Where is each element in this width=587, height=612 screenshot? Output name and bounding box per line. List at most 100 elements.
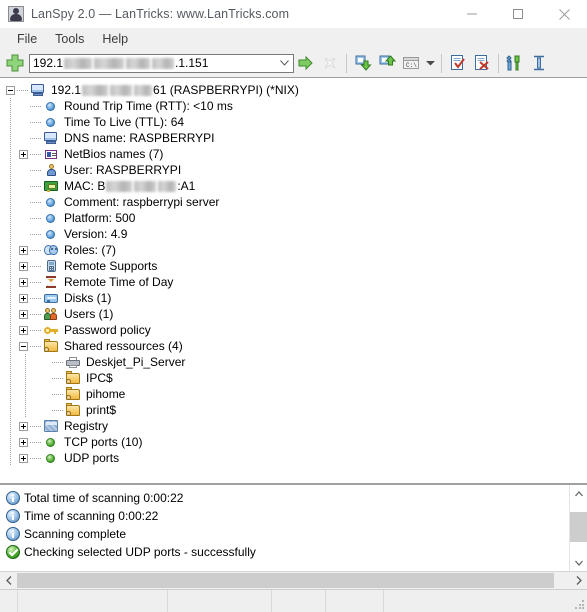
tree-expander-collapse-icon[interactable] [17, 338, 30, 354]
tree-connector [52, 386, 65, 402]
log-vertical-scrollbar[interactable] [569, 485, 587, 571]
tree-connector [30, 178, 43, 194]
log-panel[interactable]: Total time of scanning 0:00:22 Time of sc… [0, 484, 587, 571]
tree-node[interactable]: 192.1 61 (RASPBERRYPI) (*NIX) [4, 82, 587, 98]
tree-node-label: Roles: (7) [64, 243, 117, 257]
save-list-button[interactable] [375, 51, 399, 75]
tree-connector [39, 386, 52, 402]
redacted-block [94, 57, 125, 69]
tree-node[interactable]: Round Trip Time (RTT): <10 ms [4, 98, 587, 114]
tree-expander-expand-icon[interactable] [17, 322, 30, 338]
options-button[interactable] [503, 51, 527, 75]
network-card-icon [43, 178, 60, 194]
scroll-right-button[interactable] [570, 572, 587, 589]
chevron-down-icon[interactable] [276, 60, 293, 66]
log-list[interactable]: Total time of scanning 0:00:22 Time of sc… [0, 485, 569, 571]
add-host-button[interactable] [4, 52, 26, 74]
tree-node[interactable]: Deskjet_Pi_Server [4, 354, 587, 370]
results-tree-panel[interactable]: 192.1 61 (RASPBERRYPI) (*NIX) Round Trip T… [0, 77, 587, 484]
maximize-button[interactable] [495, 0, 541, 28]
menu-tools[interactable]: Tools [46, 30, 93, 48]
tree-indent [4, 130, 17, 146]
log-entry-text: Total time of scanning 0:00:22 [24, 491, 184, 505]
console-button[interactable]: C:\ [399, 51, 423, 75]
registry-icon [43, 418, 60, 434]
host-address-combo[interactable]: 192.1 .1.151 [29, 53, 294, 73]
log-entry[interactable]: Time of scanning 0:00:22 [4, 507, 569, 525]
tree-indent [4, 338, 17, 354]
scroll-left-button[interactable] [0, 572, 17, 589]
tree-node[interactable]: Shared ressources (4) [4, 338, 587, 354]
log-scroll-thumb[interactable] [570, 512, 587, 542]
tree-node[interactable]: Platform: 500 [4, 210, 587, 226]
tree-indent [4, 386, 17, 402]
tree-connector [17, 98, 30, 114]
load-list-button[interactable] [351, 51, 375, 75]
toolbar-separator [346, 53, 347, 73]
start-scan-button[interactable] [294, 51, 318, 75]
check-all-button[interactable] [446, 51, 470, 75]
tree-expander-expand-icon[interactable] [17, 450, 30, 466]
tree-node[interactable]: DNS name: RASPBERRYPI [4, 130, 587, 146]
results-tree[interactable]: 192.1 61 (RASPBERRYPI) (*NIX) Round Trip T… [0, 78, 587, 466]
tree-node[interactable]: NetBios names (7) [4, 146, 587, 162]
tree-indent [4, 258, 17, 274]
tree-node[interactable]: MAC: B:A1 [4, 178, 587, 194]
menu-help[interactable]: Help [93, 30, 137, 48]
tree-expander-expand-icon[interactable] [17, 242, 30, 258]
h-scroll-thumb[interactable] [17, 573, 554, 588]
log-entry[interactable]: Checking selected UDP ports - successful… [4, 543, 569, 561]
success-icon [4, 544, 22, 560]
tree-connector [52, 402, 65, 418]
tree-connector [17, 194, 30, 210]
tree-connector [17, 178, 30, 194]
host-address-value[interactable]: 192.1 .1.151 [30, 56, 208, 70]
scroll-down-button[interactable] [570, 554, 587, 571]
tree-node-label: pihome [86, 387, 126, 401]
tree-expander-expand-icon[interactable] [17, 434, 30, 450]
tree-node-label: TCP ports (10) [64, 435, 143, 449]
log-entry[interactable]: Total time of scanning 0:00:22 [4, 489, 569, 507]
label-suffix: 61 (RASPBERRYPI) (*NIX) [153, 83, 299, 97]
about-button[interactable] [527, 51, 551, 75]
tree-node[interactable]: pihome [4, 386, 587, 402]
console-dropdown-button[interactable] [423, 51, 437, 75]
tree-expander-expand-icon[interactable] [17, 146, 30, 162]
resize-grip-icon[interactable] [575, 600, 585, 610]
status-cell [272, 590, 326, 612]
uncheck-all-button[interactable] [470, 51, 494, 75]
menu-file[interactable]: File [8, 30, 46, 48]
tree-node-label: Platform: 500 [64, 211, 136, 225]
tree-expander-expand-icon[interactable] [17, 418, 30, 434]
tree-node[interactable]: Time To Live (TTL): 64 [4, 114, 587, 130]
tree-expander-collapse-icon[interactable] [4, 82, 17, 98]
log-entry[interactable]: Scanning complete [4, 525, 569, 543]
log-scroll-track[interactable] [570, 502, 587, 554]
horizontal-scrollbar[interactable] [0, 571, 587, 589]
tree-node[interactable]: print$ [4, 402, 587, 418]
close-button[interactable] [541, 0, 587, 28]
h-scroll-track[interactable] [17, 572, 570, 589]
tree-node[interactable]: Password policy [4, 322, 587, 338]
tree-node-label: IPC$ [86, 371, 113, 385]
tree-node[interactable]: Disks (1) [4, 290, 587, 306]
tree-node[interactable]: Users (1) [4, 306, 587, 322]
tree-expander-expand-icon[interactable] [17, 258, 30, 274]
tree-node[interactable]: UDP ports [4, 450, 587, 466]
tree-node[interactable]: Remote Supports [4, 258, 587, 274]
tree-node[interactable]: TCP ports (10) [4, 434, 587, 450]
tree-expander-expand-icon[interactable] [17, 290, 30, 306]
minimize-button[interactable] [449, 0, 495, 28]
label-prefix: MAC: B [64, 179, 106, 193]
scroll-up-button[interactable] [570, 485, 587, 502]
tree-node[interactable]: Registry [4, 418, 587, 434]
tree-node[interactable]: Comment: raspberrypi server [4, 194, 587, 210]
tree-indent [4, 434, 17, 450]
tree-expander-expand-icon[interactable] [17, 306, 30, 322]
tree-expander-expand-icon[interactable] [17, 274, 30, 290]
tree-node[interactable]: IPC$ [4, 370, 587, 386]
tree-node[interactable]: User: RASPBERRYPI [4, 162, 587, 178]
tree-node[interactable]: Remote Time of Day [4, 274, 587, 290]
tree-node[interactable]: Roles: (7) [4, 242, 587, 258]
tree-node[interactable]: Version: 4.9 [4, 226, 587, 242]
